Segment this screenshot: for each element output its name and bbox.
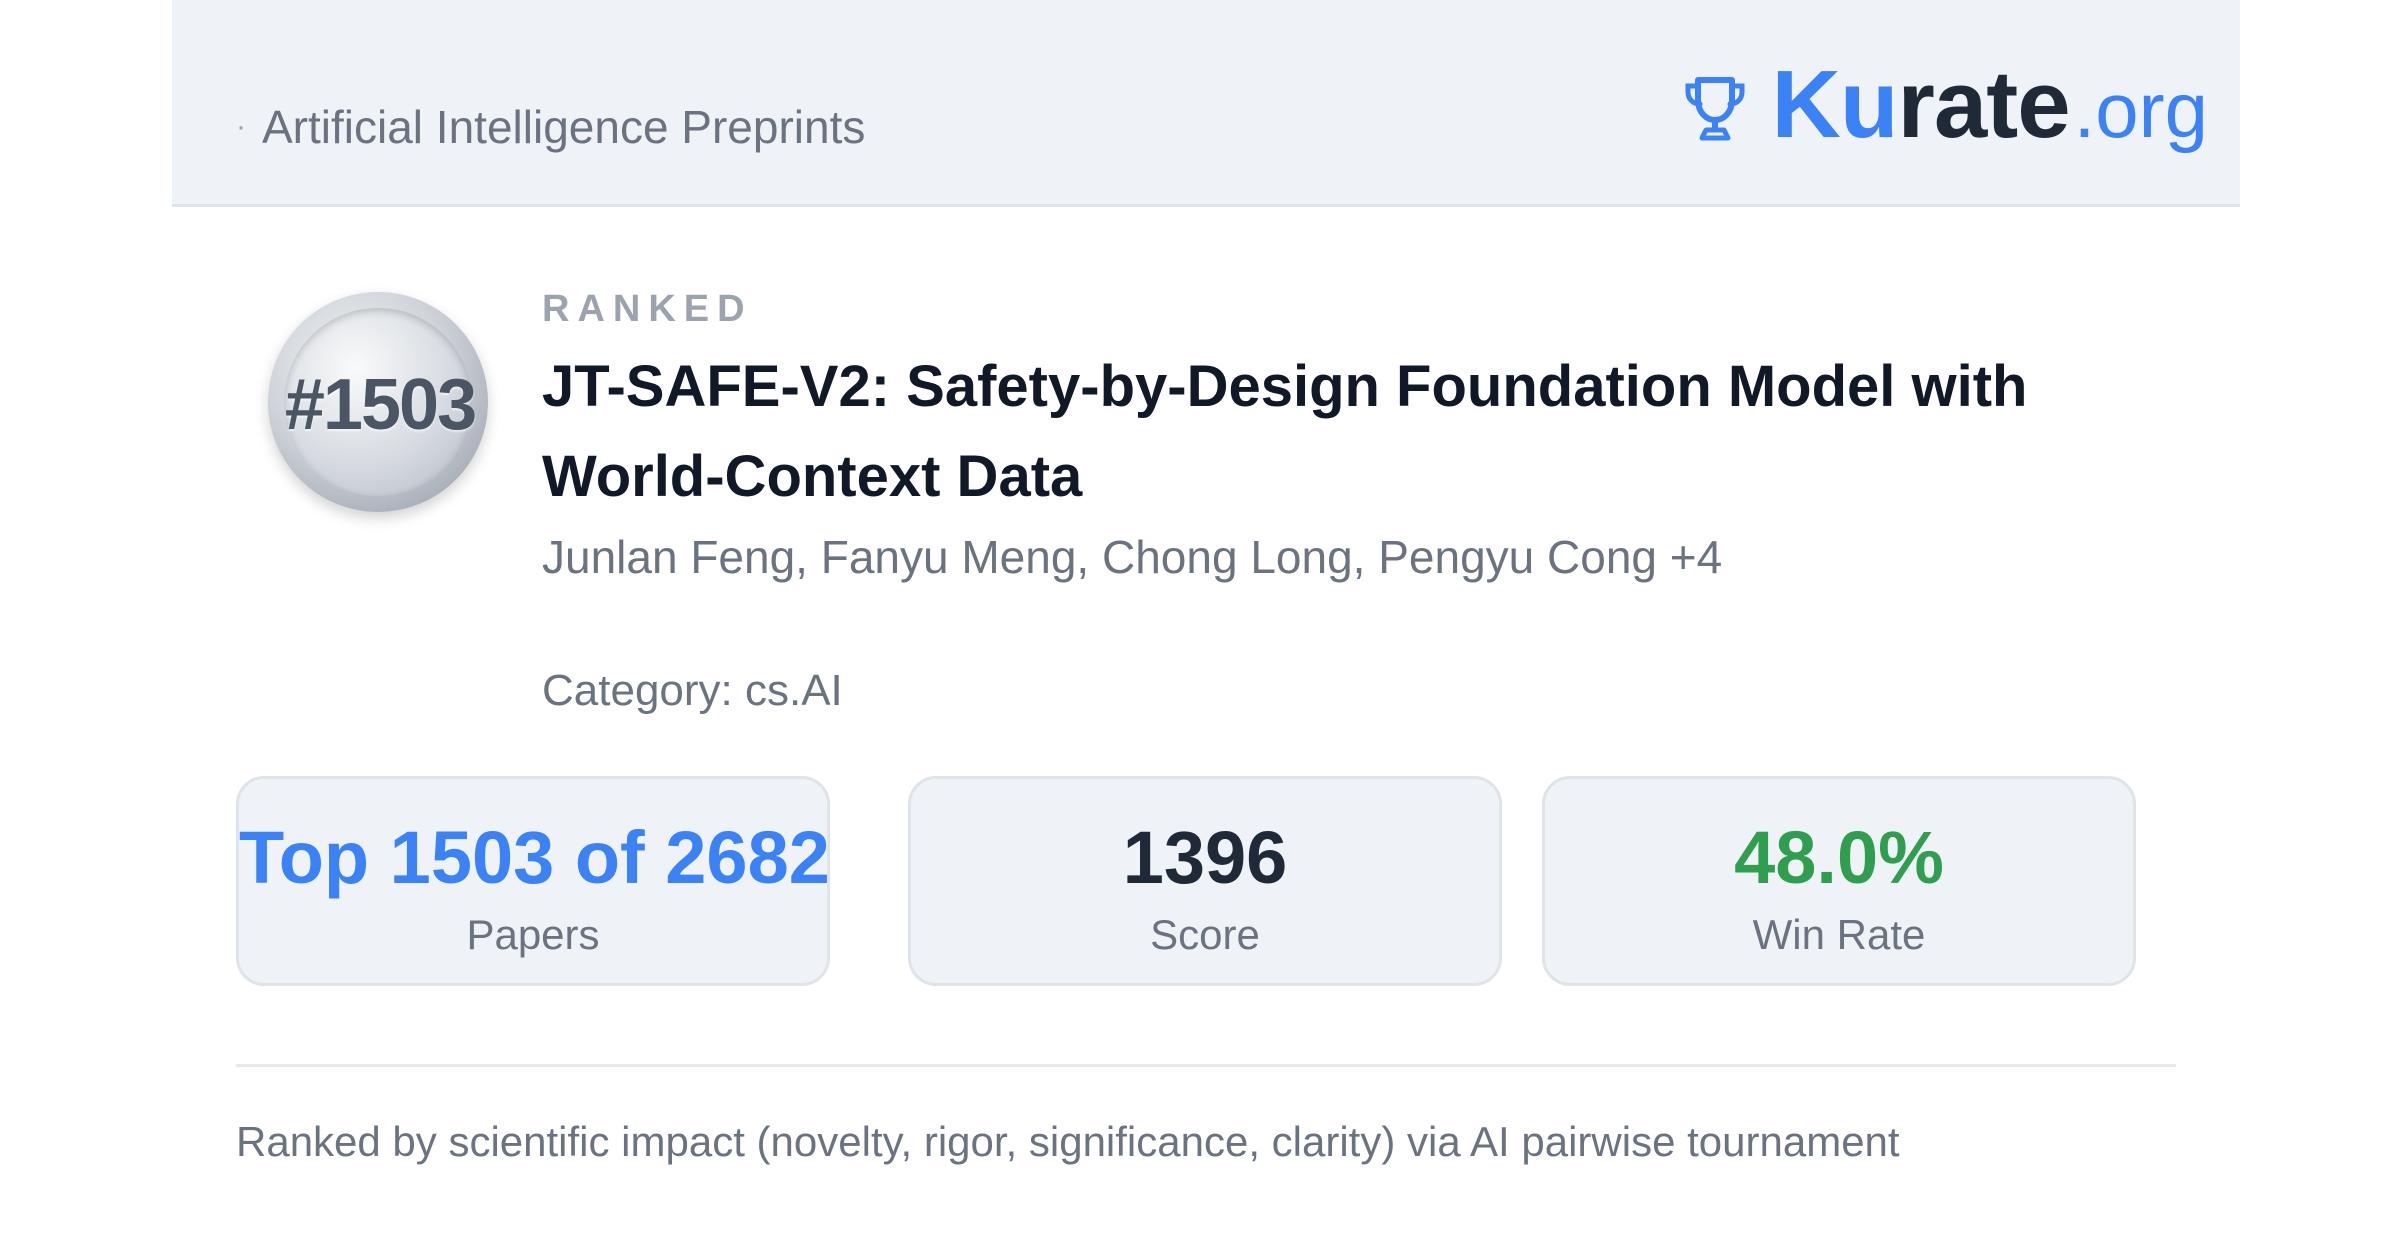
ranked-label: RANKED	[542, 288, 753, 330]
stat-card-score: 1396 Score	[908, 776, 1502, 986]
site-label-text: Artificial Intelligence Preprints	[262, 101, 866, 153]
stat-label-score: Score	[1150, 911, 1260, 958]
stat-value-papers: Top 1503 of 2682	[239, 816, 830, 899]
trophy-icon	[1685, 77, 1745, 141]
stat-value-win-rate: 48.0%	[1734, 816, 1944, 899]
stat-label-papers: Papers	[466, 911, 600, 958]
brand-text-rate: rate	[1897, 51, 2070, 158]
ranking-card: · Artificial Intelligence Preprints Ku r…	[172, 0, 2240, 1260]
stat-value-score: 1396	[1122, 816, 1288, 899]
stat-card-win-rate: 48.0% Win Rate	[1542, 776, 2136, 986]
footer-note: Ranked by scientific impact (novelty, ri…	[236, 1118, 1900, 1165]
stat-label-win-rate: Win Rate	[1752, 911, 1926, 958]
paper-authors: Junlan Feng, Fanyu Meng, Chong Long, Pen…	[542, 531, 1723, 583]
brand-logo[interactable]: Ku rate .org	[1684, 50, 2208, 160]
divider	[236, 1064, 2176, 1067]
brand-text-ku: Ku	[1771, 51, 1899, 158]
paper-category: Category: cs.AI	[542, 666, 843, 715]
rank-badge-number: #1503	[284, 365, 477, 445]
bullet-icon: ·	[236, 110, 246, 143]
paper-title[interactable]: JT-SAFE-V2: Safety-by-Design Foundation …	[542, 342, 2182, 522]
stat-card-papers: Top 1503 of 2682 Papers	[236, 776, 830, 986]
card-header: · Artificial Intelligence Preprints Ku r…	[172, 0, 2240, 207]
site-label: · Artificial Intelligence Preprints	[236, 100, 865, 154]
brand-text-org: .org	[2073, 65, 2208, 154]
